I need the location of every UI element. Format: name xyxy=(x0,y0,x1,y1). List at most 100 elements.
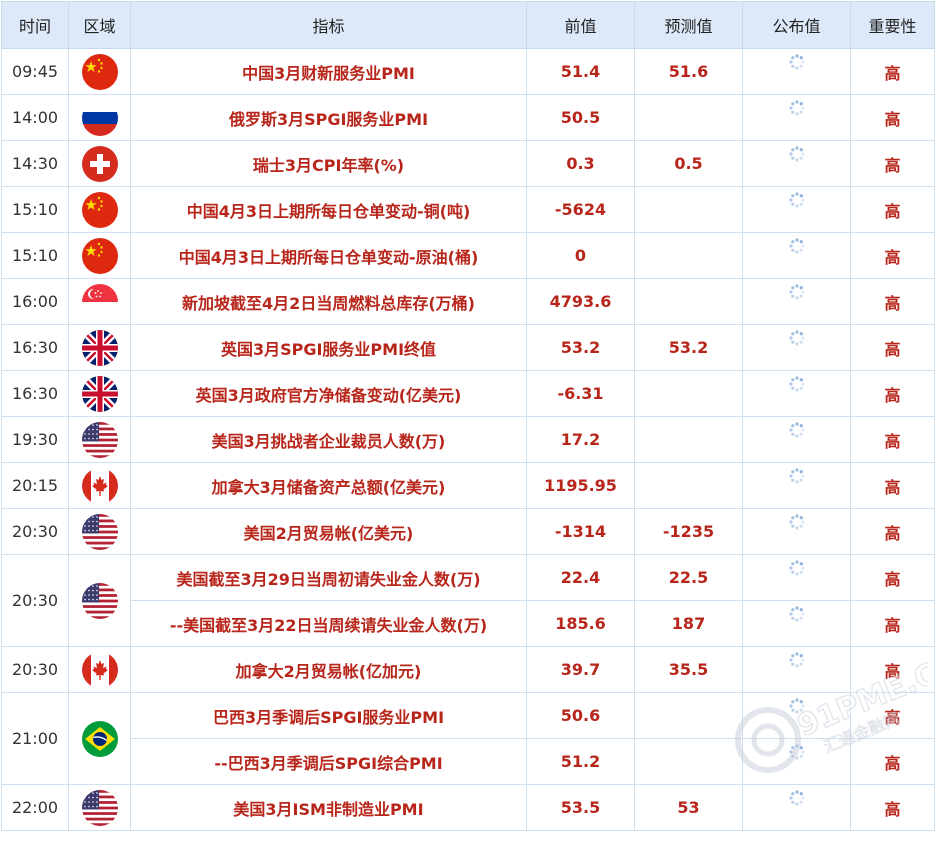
china-flag-icon xyxy=(81,237,118,274)
loading-spinner-icon xyxy=(743,605,850,627)
loading-spinner-icon xyxy=(743,651,850,673)
table-row: 20:30 美国2月贸易帐(亿美元) -1314 -1235 高 xyxy=(1,508,935,555)
row-actual xyxy=(742,784,851,831)
row-indicator-link[interactable]: 美国3月ISM非制造业PMI xyxy=(130,784,527,831)
row-forecast xyxy=(634,94,743,141)
row-time: 20:30 xyxy=(1,554,69,647)
row-indicator-link[interactable]: 美国3月挑战者企业裁员人数(万) xyxy=(130,416,527,463)
row-importance: 高 xyxy=(850,186,935,233)
row-region xyxy=(68,278,131,325)
row-region xyxy=(68,140,131,187)
row-forecast: 0.5 xyxy=(634,140,743,187)
row-indicator-link[interactable]: 新加坡截至4月2日当周燃料总库存(万桶) xyxy=(130,278,527,325)
loading-spinner-icon xyxy=(743,513,850,535)
table-row: 14:30 瑞士3月CPI年率(%) 0.3 0.5 高 xyxy=(1,140,935,187)
row-indicator-link[interactable]: 加拿大2月贸易帐(亿加元) xyxy=(130,646,527,693)
usa-flag-icon xyxy=(81,421,118,458)
row-forecast: -1235 xyxy=(634,508,743,555)
row-time: 22:00 xyxy=(1,784,69,831)
row-importance: 高 xyxy=(850,646,935,693)
row-time: 16:00 xyxy=(1,278,69,325)
row-indicator-link[interactable]: --巴西3月季调后SPGI综合PMI xyxy=(130,738,527,785)
row-time: 20:30 xyxy=(1,508,69,555)
row-actual xyxy=(742,646,851,693)
row-importance: 高 xyxy=(850,278,935,325)
row-forecast: 22.5 xyxy=(634,554,743,601)
loading-spinner-icon xyxy=(743,237,850,259)
row-forecast xyxy=(634,186,743,233)
row-region xyxy=(68,324,131,371)
loading-spinner-icon xyxy=(743,53,850,75)
row-previous: 53.2 xyxy=(526,324,635,371)
row-importance: 高 xyxy=(850,738,935,785)
row-indicator-link[interactable]: 俄罗斯3月SPGI服务业PMI xyxy=(130,94,527,141)
row-previous: -5624 xyxy=(526,186,635,233)
row-time: 16:30 xyxy=(1,370,69,417)
row-previous: 22.4 xyxy=(526,554,635,601)
table-row: 15:10 中国4月3日上期所每日仓单变动-铜(吨) -5624 高 xyxy=(1,186,935,233)
table-row: --美国截至3月22日当周续请失业金人数(万) 185.6 187 高 xyxy=(2,600,935,647)
row-forecast: 53 xyxy=(634,784,743,831)
row-time: 09:45 xyxy=(1,48,69,95)
row-importance: 高 xyxy=(850,784,935,831)
row-importance: 高 xyxy=(850,554,935,601)
row-previous: 53.5 xyxy=(526,784,635,831)
row-actual xyxy=(742,370,851,417)
loading-spinner-icon xyxy=(743,421,850,443)
row-previous: 50.5 xyxy=(526,94,635,141)
russia-flag-icon xyxy=(81,99,118,136)
row-previous: 39.7 xyxy=(526,646,635,693)
row-region xyxy=(68,232,131,279)
header-actual: 公布值 xyxy=(742,1,851,49)
header-indicator: 指标 xyxy=(130,1,527,49)
table-row: 20:30 加拿大2月贸易帐(亿加元) 39.7 35.5 高 xyxy=(1,646,935,693)
row-previous: 50.6 xyxy=(526,692,635,739)
table-row: 09:45 中国3月财新服务业PMI 51.4 51.6 高 xyxy=(1,48,935,95)
row-region xyxy=(68,784,131,831)
table-row: 16:00 新加坡截至4月2日当周燃料总库存(万桶) 4793.6 高 xyxy=(1,278,935,325)
row-actual xyxy=(742,738,851,785)
row-actual xyxy=(742,462,851,509)
china-flag-icon xyxy=(81,53,118,90)
row-actual xyxy=(742,692,851,739)
row-previous: 0 xyxy=(526,232,635,279)
table-row: 21:00 巴西3月季调后SPGI服务业PMI 50.6 高 xyxy=(1,692,935,785)
row-region xyxy=(68,508,131,555)
row-time: 20:15 xyxy=(1,462,69,509)
brazil-flag-icon xyxy=(81,720,118,757)
loading-spinner-icon xyxy=(743,467,850,489)
row-importance: 高 xyxy=(850,600,935,647)
row-importance: 高 xyxy=(850,508,935,555)
row-indicator-link[interactable]: 英国3月政府官方净储备变动(亿美元) xyxy=(130,370,527,417)
row-forecast: 187 xyxy=(634,600,743,647)
row-time: 20:30 xyxy=(1,646,69,693)
canada-flag-icon xyxy=(81,467,118,504)
row-indicator-link[interactable]: 中国4月3日上期所每日仓单变动-铜(吨) xyxy=(130,186,527,233)
row-indicator-link[interactable]: 美国截至3月29日当周初请失业金人数(万) xyxy=(130,554,527,601)
table-row: 20:15 加拿大3月储备资产总额(亿美元) 1195.95 高 xyxy=(1,462,935,509)
row-region xyxy=(68,186,131,233)
row-indicator-link[interactable]: 加拿大3月储备资产总额(亿美元) xyxy=(130,462,527,509)
row-indicator-link[interactable]: 中国4月3日上期所每日仓单变动-原油(桶) xyxy=(130,232,527,279)
row-region xyxy=(68,94,131,141)
loading-spinner-icon xyxy=(743,191,850,213)
row-indicator-link[interactable]: 瑞士3月CPI年率(%) xyxy=(130,140,527,187)
row-region xyxy=(68,646,131,693)
row-time: 19:30 xyxy=(1,416,69,463)
row-indicator-link[interactable]: 中国3月财新服务业PMI xyxy=(130,48,527,95)
row-indicator-link[interactable]: 美国2月贸易帐(亿美元) xyxy=(130,508,527,555)
row-actual xyxy=(742,232,851,279)
row-time: 15:10 xyxy=(1,186,69,233)
header-time: 时间 xyxy=(1,1,69,49)
row-indicator-link[interactable]: 巴西3月季调后SPGI服务业PMI xyxy=(130,692,527,739)
china-flag-icon xyxy=(81,191,118,228)
table-header-row: 时间 区域 指标 前值 预测值 公布值 重要性 xyxy=(1,1,935,49)
header-forecast: 预测值 xyxy=(634,1,743,49)
row-time: 14:00 xyxy=(1,94,69,141)
table-row: 20:30 美国截至3月29日当周初请失业金人数(万) 22.4 22.5 高 xyxy=(1,554,935,647)
loading-spinner-icon xyxy=(743,283,850,305)
row-indicator-link[interactable]: 英国3月SPGI服务业PMI终值 xyxy=(130,324,527,371)
row-indicator-link[interactable]: --美国截至3月22日当周续请失业金人数(万) xyxy=(130,600,527,647)
loading-spinner-icon xyxy=(743,329,850,351)
header-region: 区域 xyxy=(68,1,131,49)
